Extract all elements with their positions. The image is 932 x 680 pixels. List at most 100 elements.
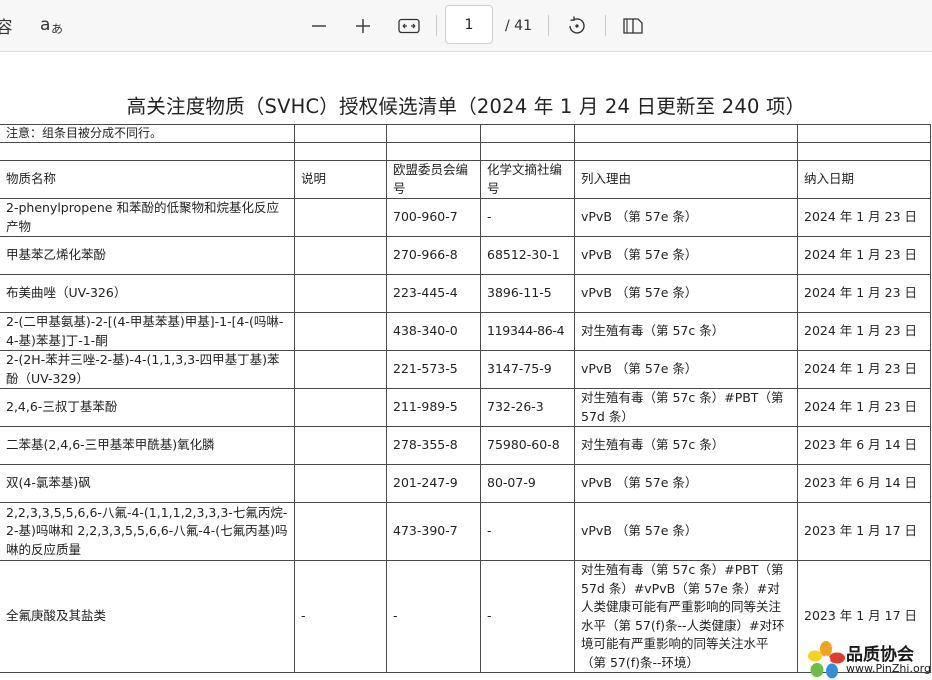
cas-number: 732-26-3: [480, 388, 575, 427]
substance-name: 2,4,6-三叔丁基苯酚: [0, 388, 295, 427]
substance-name: 全氟庚酸及其盐类: [0, 560, 295, 673]
inclusion-reason: vPvB （第 57e 条）: [574, 274, 798, 313]
ec-number: 700-960-7: [386, 198, 481, 237]
substance-name: 2,2,3,3,5,5,6,6-八氟-4-(1,1,1,2,3,3,3-七氟丙烷…: [0, 502, 295, 561]
inclusion-reason: 对生殖有毒（第 57c 条）#PBT（第 57d 条）: [574, 388, 798, 427]
cas-number: -: [480, 502, 575, 561]
inclusion-date: 2024 年 1 月 23 日: [797, 350, 931, 389]
table-spacer-row: [0, 142, 931, 161]
ec-number: 211-989-5: [386, 388, 481, 427]
inclusion-reason: vPvB （第 57e 条）: [574, 198, 798, 237]
table-row: 2,4,6-三叔丁基苯酚 211-989-5 732-26-3 对生殖有毒（第 …: [0, 388, 931, 427]
inclusion-date: 2024 年 1 月 23 日: [797, 198, 931, 237]
inclusion-reason: 对生殖有毒（第 57c 条）: [574, 312, 798, 351]
inclusion-date: 2024 年 1 月 23 日: [797, 274, 931, 313]
inclusion-date: 2024 年 1 月 23 日: [797, 236, 931, 275]
text-language-icon[interactable]: a あ: [36, 0, 68, 51]
inclusion-date: 2023 年 1 月 17 日: [797, 502, 931, 561]
substance-name: 布美曲唑（UV-326）: [0, 274, 295, 313]
page-number-input[interactable]: [445, 5, 493, 44]
table-row: 二苯基(2,4,6-三甲基苯甲酰基)氧化膦 278-355-8 75980-60…: [0, 426, 931, 465]
substance-name: 2-phenylpropene 和苯酚的低聚物和烷基化反应产物: [0, 198, 295, 237]
substance-description: [294, 274, 387, 313]
flower-logo-icon: [808, 641, 845, 679]
svhc-table: 注意：组条目被分成不同行。 物质名称 说明 欧盟委员会编号 化学文摘社编号 列入…: [0, 124, 931, 673]
table-row: 2-(二甲基氨基)-2-[(4-甲基苯基)甲基]-1-[4-(吗啉-4-基)苯基…: [0, 312, 931, 351]
inclusion-date: 2024 年 1 月 23 日: [797, 312, 931, 351]
substance-description: [294, 350, 387, 389]
header-description: 说明: [294, 160, 387, 199]
svg-text:a: a: [40, 15, 50, 35]
header-reason: 列入理由: [574, 160, 798, 199]
cas-number: 80-07-9: [480, 464, 575, 503]
ec-number: -: [386, 560, 481, 673]
watermark-url: www.PinZhi.org: [846, 662, 931, 675]
cas-number: -: [480, 198, 575, 237]
ec-number: 221-573-5: [386, 350, 481, 389]
substance-description: [294, 502, 387, 561]
ec-number: 278-355-8: [386, 426, 481, 465]
svg-text:あ: あ: [51, 22, 63, 36]
ec-number: 473-390-7: [386, 502, 481, 561]
inclusion-reason: vPvB （第 57e 条）: [574, 502, 798, 561]
cas-number: 119344-86-4: [480, 312, 575, 351]
table-note-row: 注意：组条目被分成不同行。: [0, 124, 931, 143]
ec-number: 201-247-9: [386, 464, 481, 503]
substance-description: [294, 464, 387, 503]
cas-number: 3147-75-9: [480, 350, 575, 389]
substance-name: 2-(二甲基氨基)-2-[(4-甲基苯基)甲基]-1-[4-(吗啉-4-基)苯基…: [0, 312, 295, 351]
rotate-icon[interactable]: [562, 0, 592, 51]
substance-name: 双(4-氯苯基)砜: [0, 464, 295, 503]
substance-name: 2-(2H-苯并三唑-2-基)-4-(1,1,3,3-四甲基丁基)苯酚（UV-3…: [0, 350, 295, 389]
toolbar-partial-button[interactable]: 容: [0, 0, 14, 51]
inclusion-date: 2023 年 6 月 14 日: [797, 464, 931, 503]
toolbar-separator: [548, 15, 549, 36]
table-row: 双(4-氯苯基)砜 201-247-9 80-07-9 vPvB （第 57e …: [0, 464, 931, 503]
header-cas-number: 化学文摘社编号: [480, 160, 575, 199]
header-ec-number: 欧盟委员会编号: [386, 160, 481, 199]
inclusion-date: 2023 年 6 月 14 日: [797, 426, 931, 465]
table-row: 甲基苯乙烯化苯酚 270-966-8 68512-30-1 vPvB （第 57…: [0, 236, 931, 275]
header-date: 纳入日期: [797, 160, 931, 199]
substance-name: 二苯基(2,4,6-三甲基苯甲酰基)氧化膦: [0, 426, 295, 465]
pinzhi-watermark: 品质协会 www.PinZhi.org: [806, 640, 932, 680]
table-row: 布美曲唑（UV-326） 223-445-4 3896-11-5 vPvB （第…: [0, 274, 931, 313]
substance-description: [294, 388, 387, 427]
fit-width-icon[interactable]: [394, 0, 424, 51]
cas-number: -: [480, 560, 575, 673]
ec-number: 438-340-0: [386, 312, 481, 351]
table-row: 2,2,3,3,5,5,6,6-八氟-4-(1,1,1,2,3,3,3-七氟丙烷…: [0, 502, 931, 561]
plus-icon[interactable]: [349, 0, 377, 51]
inclusion-reason: vPvB （第 57e 条）: [574, 350, 798, 389]
inclusion-reason: vPvB （第 57e 条）: [574, 236, 798, 275]
cas-number: 68512-30-1: [480, 236, 575, 275]
inclusion-reason: 对生殖有毒（第 57c 条）: [574, 426, 798, 465]
table-row: 2-(2H-苯并三唑-2-基)-4-(1,1,3,3-四甲基丁基)苯酚（UV-3…: [0, 350, 931, 389]
pdf-page: 高关注度物质（SVHC）授权候选清单（2024 年 1 月 24 日更新至 24…: [0, 52, 932, 680]
page-total-label: / 41: [505, 17, 532, 34]
document-title: 高关注度物质（SVHC）授权候选清单（2024 年 1 月 24 日更新至 24…: [126, 95, 806, 118]
inclusion-reason: vPvB （第 57e 条）: [574, 464, 798, 503]
substance-name: 甲基苯乙烯化苯酚: [0, 236, 295, 275]
toolbar-separator: [605, 15, 606, 36]
substance-description: -: [294, 560, 387, 673]
ec-number: 270-966-8: [386, 236, 481, 275]
cas-number: 3896-11-5: [480, 274, 575, 313]
substance-description: [294, 198, 387, 237]
substance-description: [294, 236, 387, 275]
pdf-toolbar: 容 a あ / 41: [0, 0, 932, 52]
table-row: 2-phenylpropene 和苯酚的低聚物和烷基化反应产物 700-960-…: [0, 198, 931, 237]
header-substance-name: 物质名称: [0, 160, 295, 199]
toolbar-separator: [436, 15, 437, 36]
inclusion-reason: 对生殖有毒（第 57c 条）#PBT（第 57d 条）#vPvB（第 57e 条…: [574, 560, 798, 673]
table-header-row: 物质名称 说明 欧盟委员会编号 化学文摘社编号 列入理由 纳入日期: [0, 160, 931, 199]
page-view-icon[interactable]: [618, 0, 648, 51]
substance-description: [294, 426, 387, 465]
substance-description: [294, 312, 387, 351]
table-row: 全氟庚酸及其盐类 - - - 对生殖有毒（第 57c 条）#PBT（第 57d …: [0, 560, 931, 673]
minus-icon[interactable]: [305, 0, 333, 51]
cas-number: 75980-60-8: [480, 426, 575, 465]
table-note: 注意：组条目被分成不同行。: [0, 124, 295, 143]
inclusion-date: 2024 年 1 月 23 日: [797, 388, 931, 427]
ec-number: 223-445-4: [386, 274, 481, 313]
